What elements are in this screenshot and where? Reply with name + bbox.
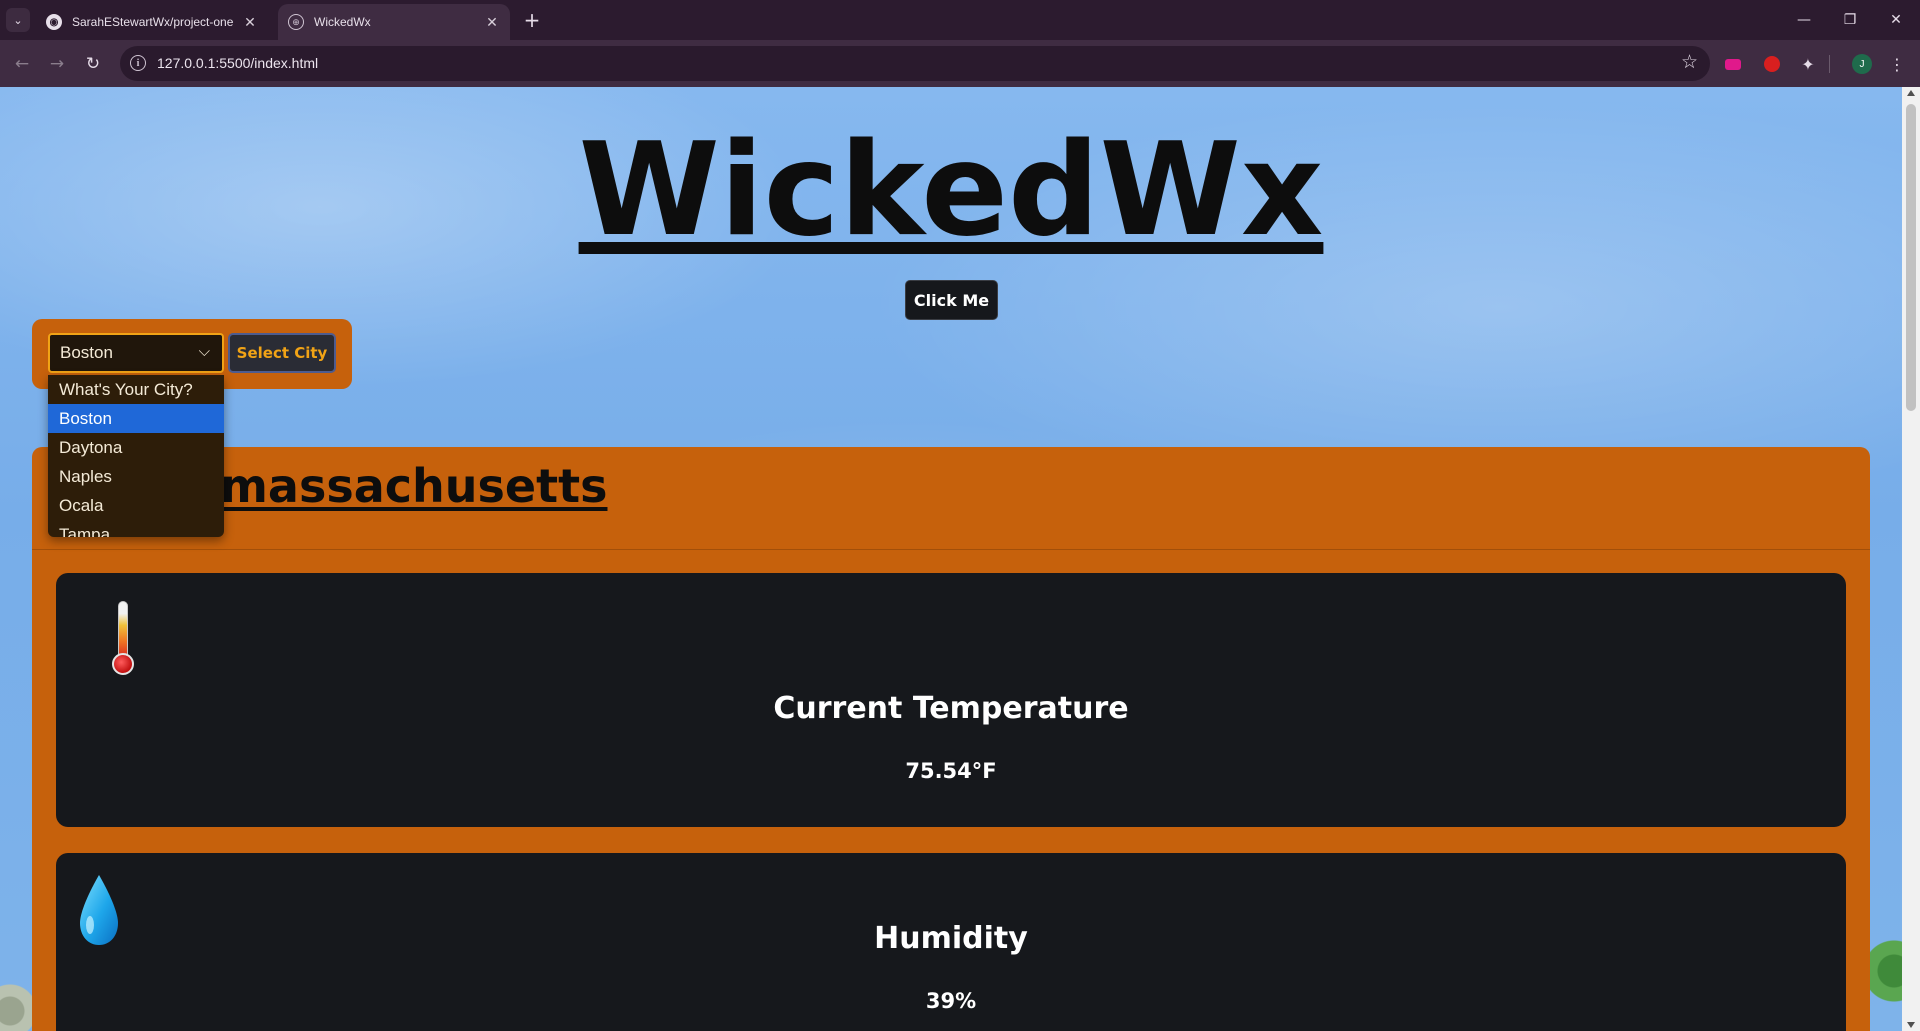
city-option-selected[interactable]: Boston [48, 404, 224, 433]
humidity-title: Humidity [874, 921, 1028, 956]
city-option[interactable]: Tampa [48, 520, 224, 538]
minimize-button[interactable]: — [1784, 6, 1824, 34]
browser-menu-icon[interactable]: ⋮ [1886, 52, 1908, 76]
humidity-value: 39% [925, 989, 977, 1013]
tab-search-button[interactable]: ⌄ [6, 8, 30, 32]
close-window-button[interactable]: ✕ [1876, 6, 1916, 34]
chevron-down-icon: ⌵ [198, 343, 210, 360]
screen-recorder-extension-icon[interactable] [1722, 53, 1744, 75]
restore-button[interactable]: ❐ [1830, 6, 1870, 34]
city-select[interactable]: Boston ⌵ [48, 333, 224, 373]
background-tree-right [1866, 911, 1902, 1031]
city-option[interactable]: What's Your City? [48, 375, 224, 404]
scroll-up-icon[interactable] [1907, 90, 1915, 96]
globe-icon: ⊕ [288, 14, 304, 30]
scrollbar-thumb[interactable] [1906, 104, 1916, 411]
site-info-icon[interactable]: i [130, 55, 146, 71]
url-text: 127.0.0.1:5500/index.html [157, 55, 319, 71]
browser-toolbar: ← → ↻ i 127.0.0.1:5500/index.html ☆ [0, 40, 1920, 87]
forward-button[interactable]: → [43, 50, 71, 78]
city-option[interactable]: Ocala [48, 491, 224, 520]
city-option[interactable]: Daytona [48, 433, 224, 462]
city-option[interactable]: Naples [48, 462, 224, 491]
tab-wickedwx[interactable]: ⊕ WickedWx ✕ [278, 4, 510, 40]
close-tab-icon[interactable]: ✕ [484, 14, 500, 31]
temperature-card: Current Temperature 75.54°F [56, 573, 1846, 827]
address-bar[interactable]: i 127.0.0.1:5500/index.html ☆ [120, 46, 1710, 81]
weather-panel: massachusetts Current Temperature 75.54°… [32, 447, 1870, 1031]
click-me-button[interactable]: Click Me [905, 280, 998, 320]
site-title: WickedWx [578, 116, 1324, 265]
browser-tab-bar: ⌄ ◉ SarahEStewartWx/project-one ✕ ⊕ Wick… [0, 0, 1920, 40]
location-heading: massachusetts [220, 459, 608, 513]
temperature-title: Current Temperature [773, 691, 1129, 726]
tab-title: WickedWx [314, 15, 371, 29]
back-button[interactable]: ← [8, 50, 36, 78]
reload-button[interactable]: ↻ [79, 50, 107, 78]
toolbar-divider [1829, 55, 1830, 73]
page-scrollbar[interactable] [1902, 87, 1920, 1031]
red-hand-extension-icon[interactable] [1761, 53, 1783, 75]
city-select-value: Boston [60, 343, 113, 362]
scroll-down-icon[interactable] [1907, 1022, 1915, 1028]
temperature-value: 75.54°F [905, 759, 997, 783]
city-dropdown-list: What's Your City? Boston Daytona Naples … [48, 375, 224, 537]
extensions-puzzle-icon[interactable]: ✦ [1797, 53, 1819, 75]
new-tab-button[interactable]: + [520, 8, 544, 32]
profile-avatar[interactable]: J [1852, 54, 1872, 74]
github-icon: ◉ [46, 14, 62, 30]
background-tree-left [0, 961, 36, 1031]
page-viewport: WickedWx Click Me Boston ⌵ Select City m… [0, 87, 1920, 1031]
select-city-button[interactable]: Select City [228, 333, 336, 373]
tab-title: SarahEStewartWx/project-one [72, 15, 234, 29]
tab-github[interactable]: ◉ SarahEStewartWx/project-one ✕ [36, 4, 268, 40]
humidity-card: Humidity 39% [56, 853, 1846, 1031]
bookmark-star-icon[interactable]: ☆ [1681, 51, 1698, 73]
panel-divider [32, 549, 1870, 550]
close-tab-icon[interactable]: ✕ [242, 14, 258, 31]
thermometer-icon [112, 601, 134, 675]
